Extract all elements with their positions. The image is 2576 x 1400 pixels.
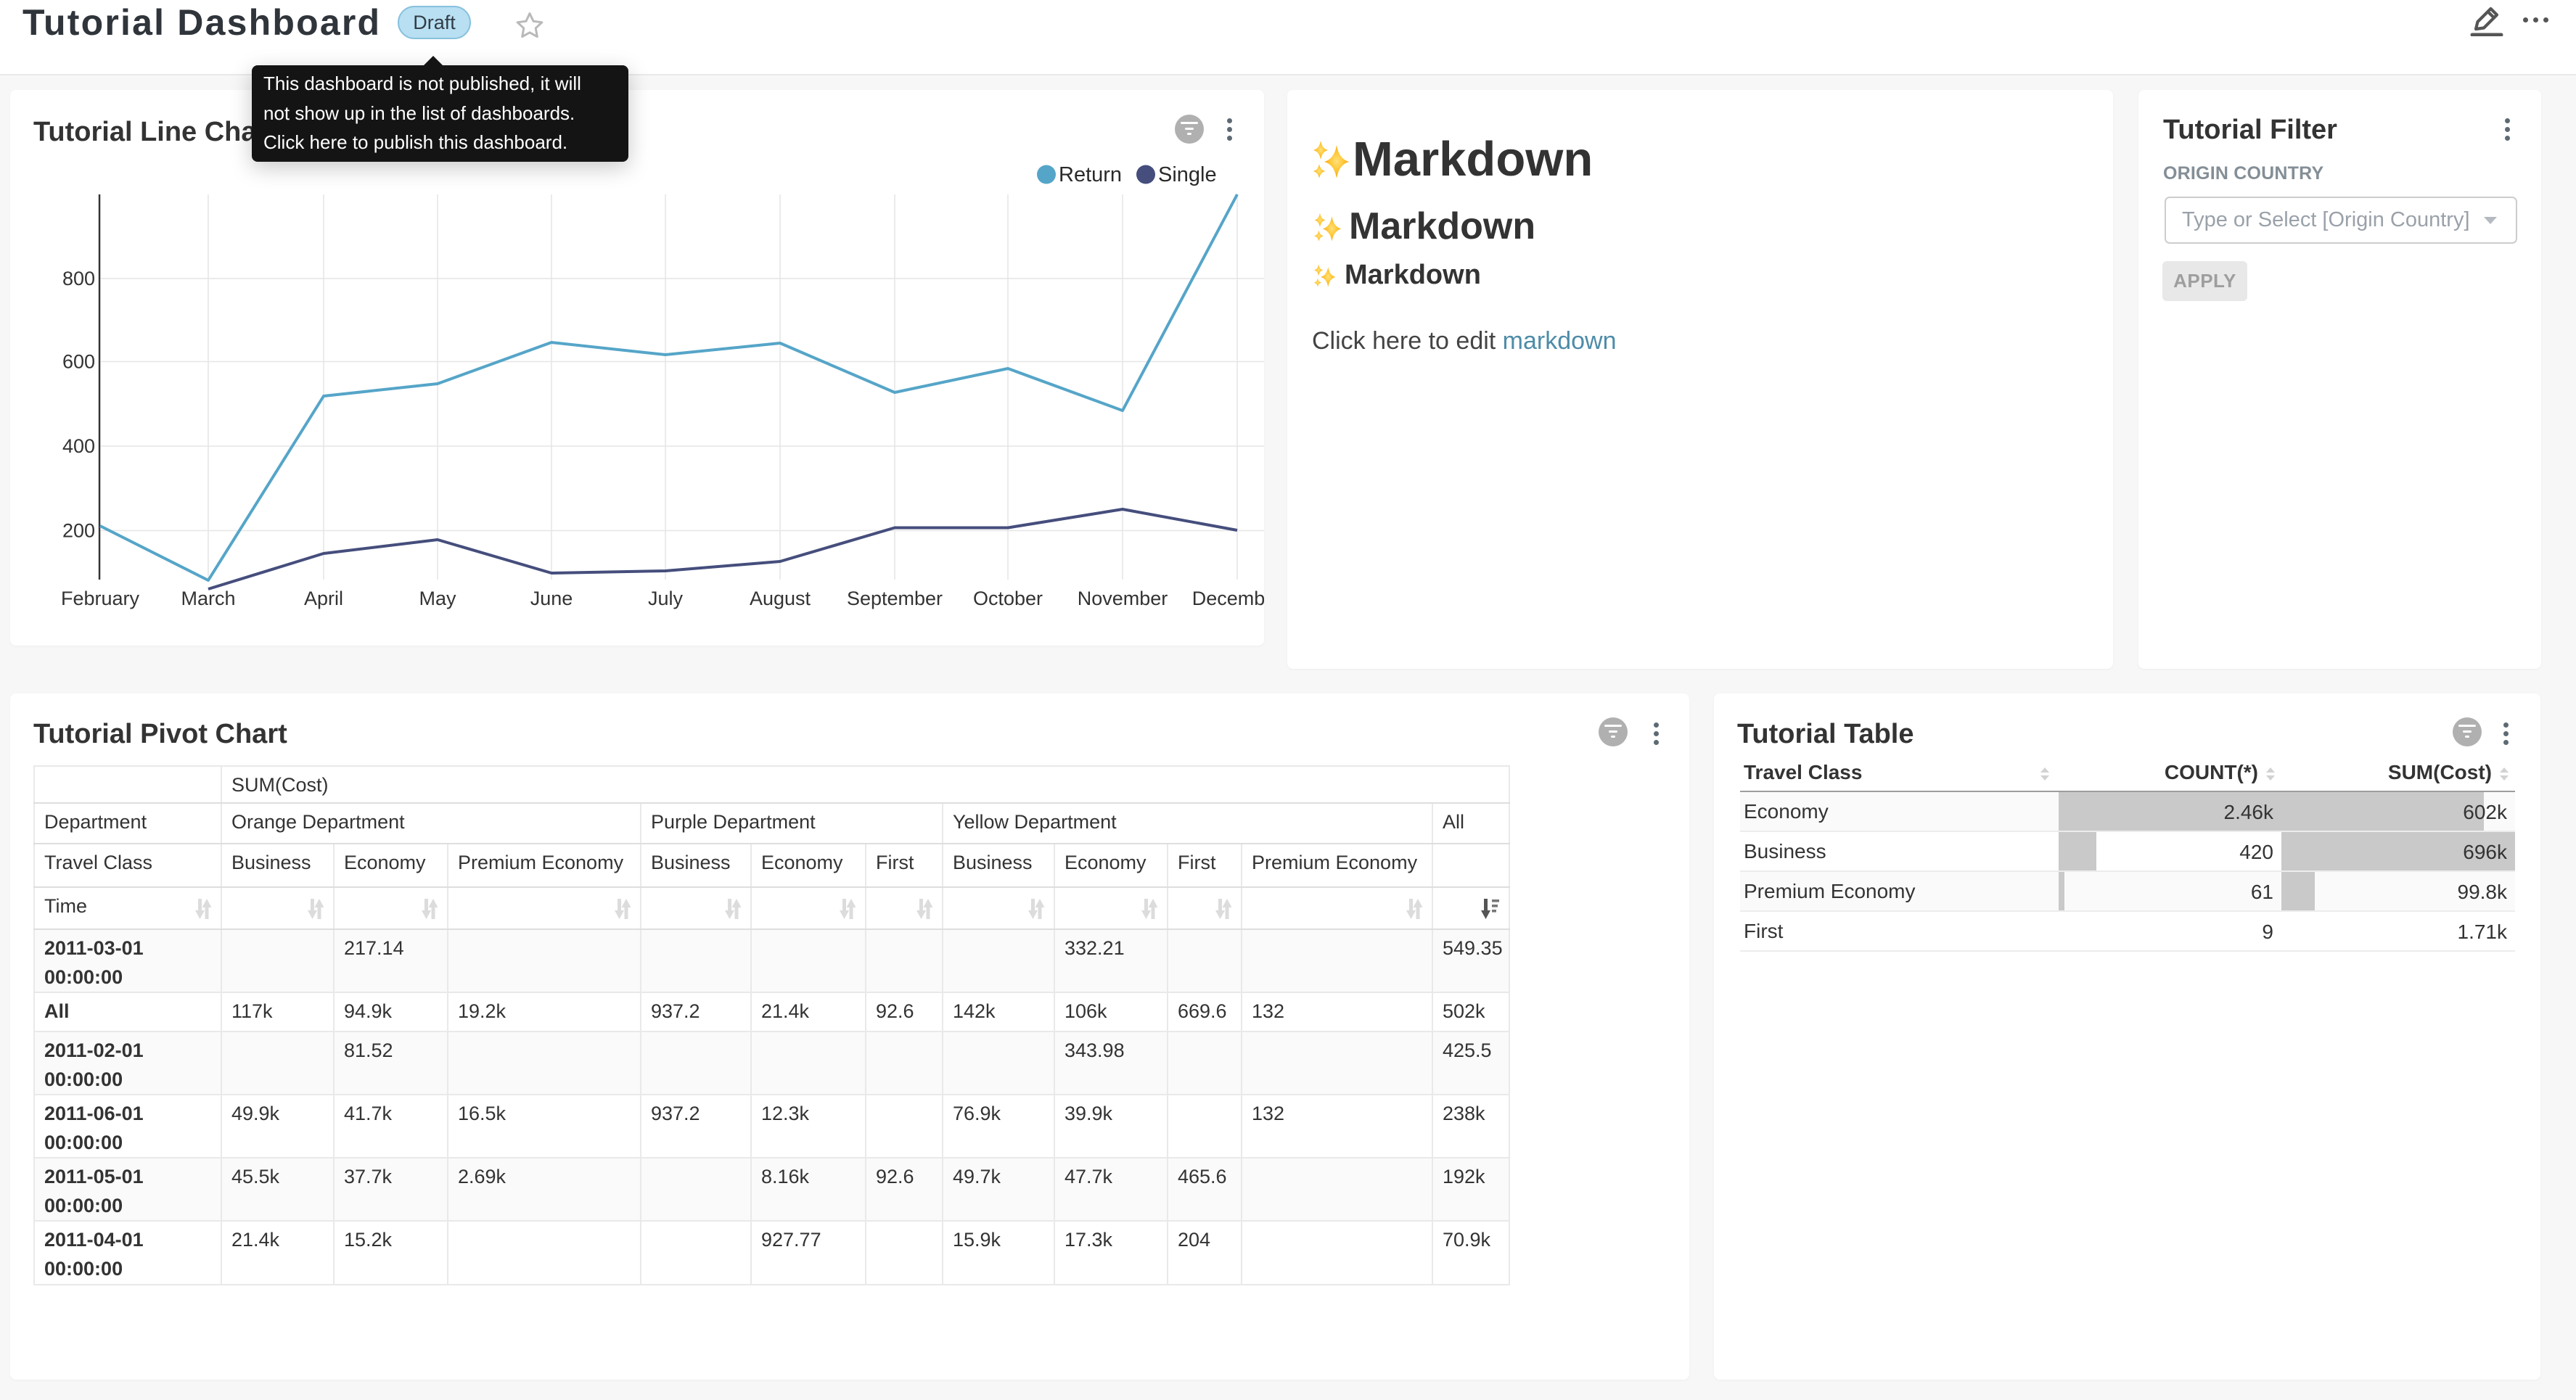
svg-text:600: 600: [62, 351, 95, 373]
svg-text:June: June: [530, 588, 573, 609]
svg-text:September: September: [847, 588, 943, 609]
svg-text:August: August: [750, 588, 811, 609]
svg-text:Return: Return: [1059, 163, 1122, 186]
svg-text:May: May: [419, 588, 456, 609]
svg-text:October: October: [973, 588, 1043, 609]
svg-text:November: November: [1078, 588, 1168, 609]
svg-text:July: July: [648, 588, 684, 609]
svg-text:400: 400: [62, 435, 95, 457]
svg-text:February: February: [61, 588, 140, 609]
svg-text:December: December: [1192, 588, 1264, 609]
svg-text:800: 800: [62, 268, 95, 289]
svg-text:Single: Single: [1158, 163, 1217, 186]
svg-text:200: 200: [62, 520, 95, 542]
svg-text:March: March: [181, 588, 235, 609]
svg-text:April: April: [304, 588, 343, 609]
